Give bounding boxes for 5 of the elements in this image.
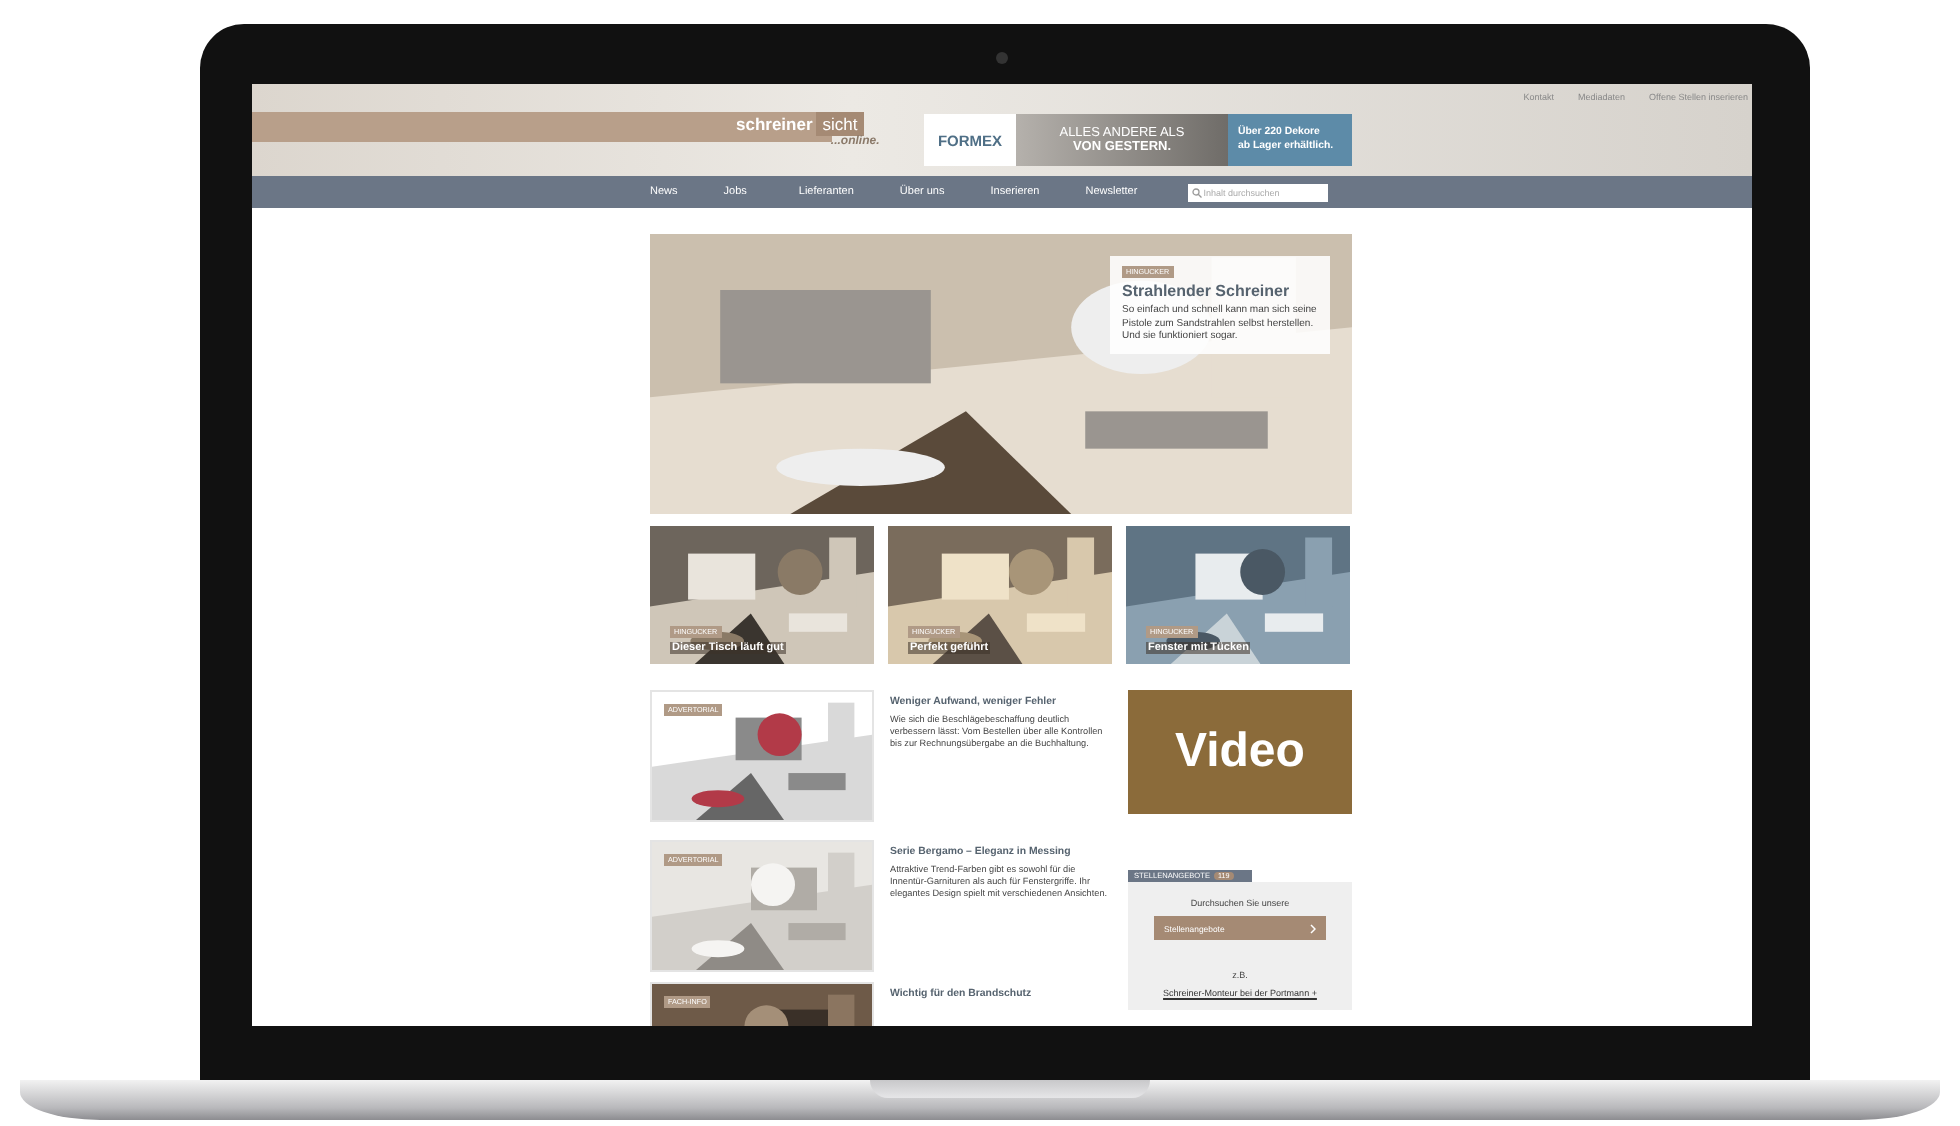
logo-word[interactable]: sicht <box>816 112 864 136</box>
chevron-icon <box>1310 923 1316 933</box>
logo-word[interactable]: schreiner <box>736 114 813 134</box>
video-tile[interactable]: Video <box>1128 690 1352 814</box>
teaser-title: Strahlender Schreiner <box>1122 282 1290 300</box>
